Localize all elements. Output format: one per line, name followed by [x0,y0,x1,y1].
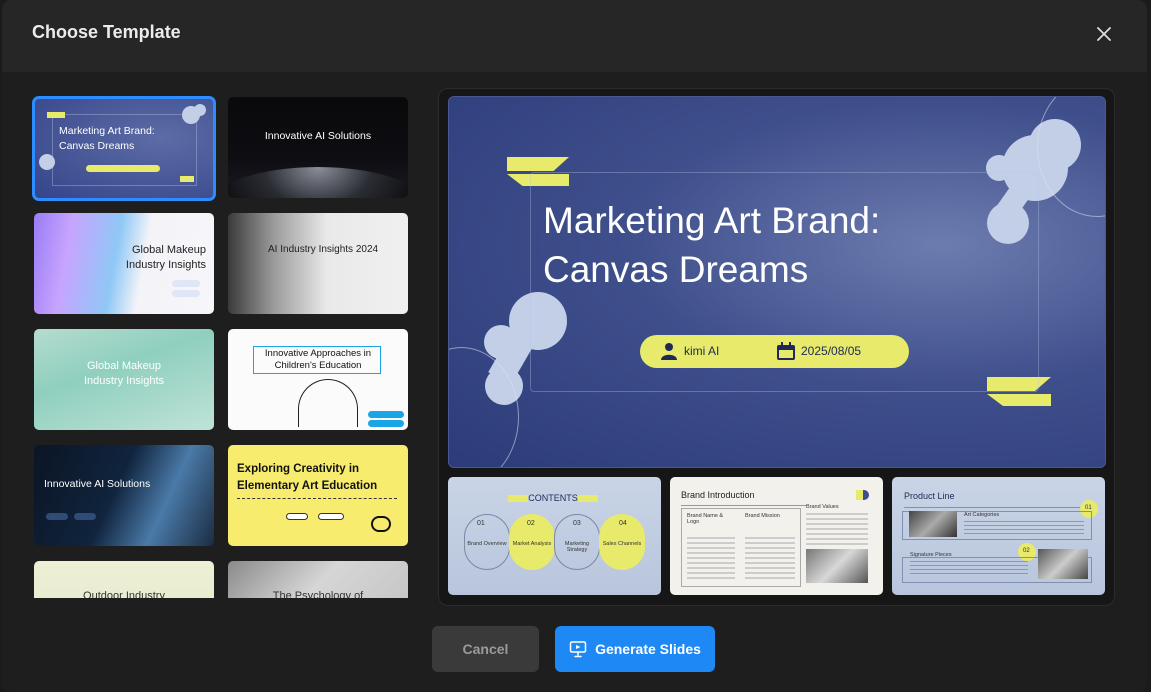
template-thumb[interactable]: The Psychology of [228,561,408,598]
preview-slide-contents: CONTENTS 01 02 03 04 Brand Overview Mark… [448,477,661,595]
template-title: Global Makeup Industry Insights [83,360,165,388]
preview-author: kimi AI [684,344,720,358]
template-title: Global Makeup Industry Insights [125,244,206,272]
template-title: Marketing Art Brand: Canvas Dreams [59,125,155,152]
slide-heading: CONTENTS [528,493,578,503]
calendar-icon [777,342,795,360]
template-thumb[interactable]: Global Makeup Industry Insights [34,213,214,314]
slide-item-num: 03 [573,520,581,527]
template-title: The Psychology of [272,590,364,598]
template-thumb[interactable]: Outdoor Industry [34,561,214,598]
slide-item-label: Art Categories [964,512,1000,518]
close-icon [1097,27,1111,41]
template-title: Outdoor Industry [83,590,165,598]
preview-slide-product-line: Product Line 01 Art Categories 02 Signat… [892,477,1105,595]
slide-item-label: Sales Channels [602,541,642,547]
slide-item-label: Market Analysis [512,541,552,547]
template-title: AI Industry Insights 2024 [268,244,379,255]
generate-slides-label: Generate Slides [595,641,701,657]
template-thumb[interactable]: Marketing Art Brand: Canvas Dreams [32,96,216,201]
slide-item-num: 01 [477,520,485,527]
slide-col-heading: Brand Mission [745,513,780,519]
template-thumb[interactable]: AI Industry Insights 2024 [228,213,408,314]
user-icon [661,343,677,360]
generate-slides-button[interactable]: Generate Slides [555,626,715,672]
template-thumb[interactable]: Innovative AI Solutions [34,445,214,546]
slide-item-label: Brand Overview [467,541,507,547]
template-title: Innovative AI Solutions [264,130,372,142]
preview-title-line1: Marketing Art Brand: [543,200,881,241]
template-thumb[interactable]: Exploring Creativity in Elementary Art E… [228,445,408,546]
preview-slide-brand-intro: Brand Introduction Brand Name & Logo Bra… [670,477,883,595]
preview-title: Marketing Art Brand: Canvas Dreams [543,196,880,294]
slide-heading: Brand Introduction [681,490,755,500]
template-thumb[interactable]: Global Makeup Industry Insights [34,329,214,430]
dialog-title: Choose Template [32,22,181,42]
close-button[interactable] [1092,22,1116,46]
template-title: Exploring Creativity in Elementary Art E… [237,463,378,492]
dialog-header: Choose Template [2,0,1147,72]
slide-col-heading: Brand Values [806,504,839,510]
slide-item-label: Marketing Strategy [564,541,590,553]
slide-col-heading: Brand Name & Logo [687,513,724,525]
slide-item-num: 04 [619,520,627,527]
preview-info-pill: kimi AI 2025/08/05 [640,335,909,368]
preview-date: 2025/08/05 [801,344,862,358]
template-title: Innovative AI Solutions [44,478,151,490]
cancel-button[interactable]: Cancel [432,626,539,672]
slide-item-num: 02 [1023,548,1030,554]
template-title: Innovative Approaches in Children's Educ… [264,348,372,372]
template-thumb[interactable]: Innovative Approaches in Children's Educ… [228,329,408,430]
template-list[interactable]: Marketing Art Brand: Canvas Dreams Innov… [31,96,411,598]
presentation-icon [569,641,587,658]
slide-item-num: 02 [527,520,535,527]
template-thumb[interactable]: Innovative AI Solutions [228,97,408,198]
slide-heading: Product Line [904,491,955,501]
preview-title-line2: Canvas Dreams [543,249,809,290]
